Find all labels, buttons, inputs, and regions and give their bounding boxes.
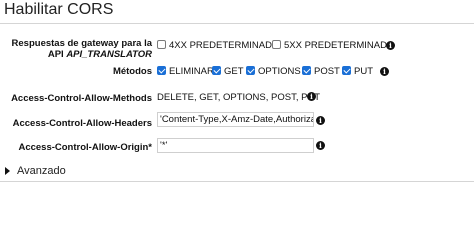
info-icon[interactable]: i bbox=[316, 116, 325, 125]
method-put-label: PUT bbox=[354, 66, 373, 77]
allow-headers-label: Access-Control-Allow-Headers bbox=[12, 118, 152, 129]
method-post-checkbox[interactable] bbox=[302, 66, 311, 75]
allow-methods-value: DELETE, GET, OPTIONS, POST, PUT bbox=[157, 92, 321, 103]
api-prefix: API bbox=[47, 49, 67, 60]
method-post-option[interactable]: POST bbox=[302, 66, 340, 77]
allow-origin-input[interactable]: '*' bbox=[157, 138, 314, 153]
method-delete-checkbox[interactable] bbox=[157, 66, 166, 75]
method-delete-option[interactable]: ELIMINAR bbox=[157, 66, 214, 77]
method-get-checkbox[interactable] bbox=[212, 66, 221, 75]
gateway-5xx-checkbox[interactable] bbox=[272, 40, 281, 49]
allow-methods-label: Access-Control-Allow-Methods bbox=[11, 93, 152, 104]
info-icon[interactable]: i bbox=[307, 92, 316, 101]
method-get-label: GET bbox=[224, 66, 244, 77]
gateway-4xx-checkbox[interactable] bbox=[157, 40, 166, 49]
allow-origin-label: Access-Control-Allow-Origin* bbox=[18, 142, 152, 153]
gateway-5xx-label: 5XX PREDETERMINADO bbox=[284, 40, 395, 51]
advanced-section-toggle[interactable]: Avanzado bbox=[0, 160, 474, 182]
gateway-4xx-label: 4XX PREDETERMINADO bbox=[169, 40, 280, 51]
panel-header: Habilitar CORS bbox=[0, 0, 474, 24]
method-put-checkbox[interactable] bbox=[342, 66, 351, 75]
info-icon[interactable]: i bbox=[386, 41, 395, 50]
gateway-5xx-option[interactable]: 5XX PREDETERMINADO bbox=[272, 40, 394, 51]
allow-headers-input[interactable]: 'Content-Type,X-Amz-Date,Authorization,X… bbox=[157, 112, 314, 127]
caret-right-icon[interactable] bbox=[5, 167, 10, 175]
gateway-responses-label-line2: API API_TRANSLATOR bbox=[12, 49, 152, 60]
gateway-responses-label: Respuestas de gateway para la API API_TR… bbox=[12, 38, 152, 60]
method-put-option[interactable]: PUT bbox=[342, 66, 373, 77]
page-title: Habilitar CORS bbox=[4, 1, 114, 18]
method-delete-label: ELIMINAR bbox=[169, 66, 214, 77]
gateway-responses-label-line1: Respuestas de gateway para la bbox=[11, 38, 152, 49]
gateway-4xx-option[interactable]: 4XX PREDETERMINADO bbox=[157, 40, 279, 51]
method-post-label: POST bbox=[314, 66, 340, 77]
api-name: API_TRANSLATOR bbox=[66, 49, 152, 60]
method-options-checkbox[interactable] bbox=[246, 66, 255, 75]
method-options-option[interactable]: OPTIONS bbox=[246, 66, 301, 77]
info-icon[interactable]: i bbox=[316, 141, 325, 150]
method-options-label: OPTIONS bbox=[258, 66, 301, 77]
advanced-label: Avanzado bbox=[17, 165, 66, 177]
method-get-option[interactable]: GET bbox=[212, 66, 244, 77]
methods-label: Métodos bbox=[112, 66, 152, 77]
info-icon[interactable]: i bbox=[380, 67, 389, 76]
